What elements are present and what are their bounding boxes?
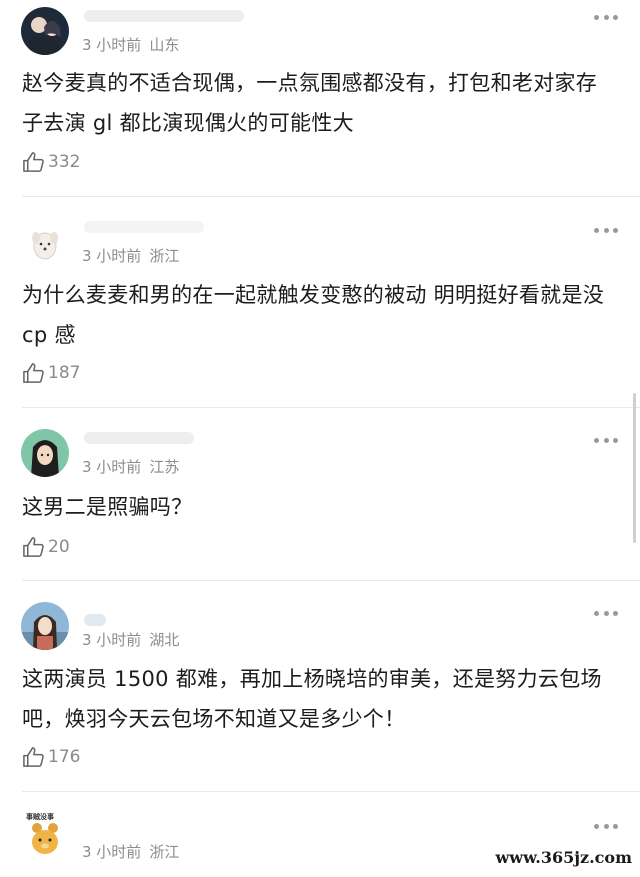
like-count: 332 [48, 152, 81, 172]
avatar[interactable] [21, 429, 69, 477]
divider [22, 407, 640, 408]
avatar[interactable] [21, 218, 69, 266]
avatar-image [21, 429, 69, 477]
username-blurred [84, 432, 194, 444]
comment-text: 为什么麦麦和男的在一起就触发变憨的被动 明明挺好看就是没 cp 感 [22, 283, 605, 347]
thumbs-up-icon [23, 746, 44, 767]
comment-meta: 3 小时前 江苏 [82, 456, 179, 477]
comment-time: 3 小时前 [82, 843, 142, 861]
comment-time: 3 小时前 [82, 458, 142, 476]
avatar-image [21, 7, 69, 55]
more-options-icon[interactable] [594, 609, 618, 617]
thumbs-up-icon [23, 362, 44, 383]
comment-text: 这两演员 1500 都难，再加上杨晓培的审美，还是努力云包场吧，焕羽今天云包场不… [22, 667, 602, 731]
comment-location: 浙江 [149, 843, 180, 861]
like-count: 176 [48, 747, 81, 767]
thumbs-up-icon [23, 536, 44, 557]
more-options-icon[interactable] [594, 822, 618, 830]
more-options-icon[interactable] [594, 13, 618, 21]
like-button[interactable]: 332 [22, 150, 80, 174]
username-blurred [84, 221, 204, 233]
username-blurred [84, 10, 244, 22]
avatar-image [21, 218, 69, 266]
comment-location: 江苏 [149, 458, 180, 476]
comment-time: 3 小时前 [82, 247, 142, 265]
divider [22, 791, 640, 792]
more-options-icon[interactable] [594, 436, 618, 444]
comment-meta: 3 小时前 浙江 [82, 245, 179, 266]
like-button[interactable]: 20 [22, 535, 70, 559]
avatar[interactable] [21, 602, 69, 650]
like-button[interactable]: 187 [22, 361, 80, 385]
comment-location: 山东 [149, 36, 180, 54]
comment-text: 赵今麦真的不适合现偶，一点氛围感都没有，打包和老对家存子去演 gl 都比演现偶火… [22, 71, 598, 135]
like-count: 187 [48, 363, 81, 383]
username-blurred [84, 614, 106, 626]
scrollbar[interactable] [633, 393, 636, 543]
watermark: www.365jz.com [495, 848, 632, 867]
comment-location: 湖北 [149, 631, 180, 649]
like-count: 20 [48, 537, 70, 557]
comment-meta: 3 小时前 山东 [82, 34, 179, 55]
comment-meta: 3 小时前 湖北 [82, 629, 179, 650]
comment-time: 3 小时前 [82, 36, 142, 54]
divider [22, 580, 640, 581]
avatar-image [21, 602, 69, 650]
divider [22, 196, 640, 197]
avatar-badge-text: 事贼没事 [26, 813, 54, 821]
comment-time: 3 小时前 [82, 631, 142, 649]
comment-meta: 3 小时前 浙江 [82, 841, 179, 862]
avatar[interactable] [21, 7, 69, 55]
comment-location: 浙江 [149, 247, 180, 265]
more-options-icon[interactable] [594, 226, 618, 234]
comment-text: 这男二是照骗吗？ [22, 495, 193, 519]
thumbs-up-icon [23, 151, 44, 172]
like-button[interactable]: 176 [22, 745, 80, 769]
